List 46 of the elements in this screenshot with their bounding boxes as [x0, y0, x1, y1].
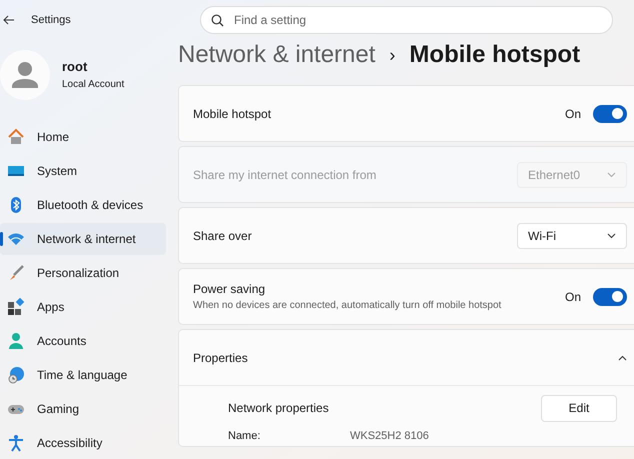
- accessibility-icon: [7, 434, 25, 452]
- back-arrow-icon[interactable]: [3, 14, 15, 26]
- nav-item[interactable]: Accessibility: [0, 427, 166, 459]
- nav-item[interactable]: Bluetooth & devices: [0, 189, 166, 221]
- nav-item[interactable]: Apps: [0, 291, 166, 323]
- account-type: Local Account: [62, 78, 124, 92]
- toggle-state-label: On: [564, 288, 581, 306]
- avatar-icon: [0, 50, 50, 100]
- network-properties-label: Network properties: [228, 400, 329, 417]
- window-title: Settings: [31, 12, 71, 28]
- property-value: WKS25H2 8106: [350, 428, 429, 444]
- selection-indicator: [0, 232, 3, 246]
- apps-icon: [7, 298, 25, 316]
- nav-item[interactable]: Personalization: [0, 257, 166, 289]
- breadcrumb-separator: ›: [389, 44, 396, 66]
- house-icon: [7, 128, 25, 146]
- page-title: Mobile hotspot: [409, 40, 580, 70]
- account-name: root: [62, 58, 88, 76]
- setting-label: Mobile hotspot: [193, 106, 272, 122]
- chevron-down-icon: [607, 172, 616, 178]
- property-name: Name:: [228, 428, 262, 444]
- globe-clock-icon: [7, 366, 25, 384]
- nav-item[interactable]: Home: [0, 121, 166, 153]
- person-icon: [7, 332, 25, 350]
- search-field[interactable]: Find a setting: [200, 6, 613, 34]
- chevron-down-icon: [607, 232, 616, 238]
- expander-header[interactable]: Properties: [179, 330, 634, 386]
- setting-description: When no devices are connected, automatically turn off mobile hotspot: [193, 299, 502, 313]
- setting-label: Share over: [193, 228, 253, 244]
- setting-label: Share my internet connection from: [193, 166, 378, 184]
- edit-button[interactable]: Edit: [541, 394, 617, 422]
- nav-item[interactable]: Network & internet: [0, 223, 166, 255]
- breadcrumb-parent[interactable]: Network & internet: [178, 37, 376, 73]
- search-icon: [211, 14, 224, 26]
- toggle-switch[interactable]: [593, 104, 627, 122]
- nav-item[interactable]: Time & language: [0, 359, 166, 391]
- nav-item[interactable]: Gaming: [0, 393, 166, 425]
- nav-item[interactable]: System: [0, 155, 166, 187]
- dropdown[interactable]: Wi-Fi: [517, 222, 627, 248]
- setting-label: Power saving: [193, 281, 266, 298]
- chevron-up-icon: [618, 354, 627, 360]
- toggle-switch[interactable]: [593, 288, 627, 306]
- paintbrush-icon: [7, 264, 25, 282]
- search-input: Find a setting: [234, 11, 602, 29]
- nav-item[interactable]: Accounts: [0, 325, 166, 357]
- toggle-state-label: On: [564, 106, 581, 122]
